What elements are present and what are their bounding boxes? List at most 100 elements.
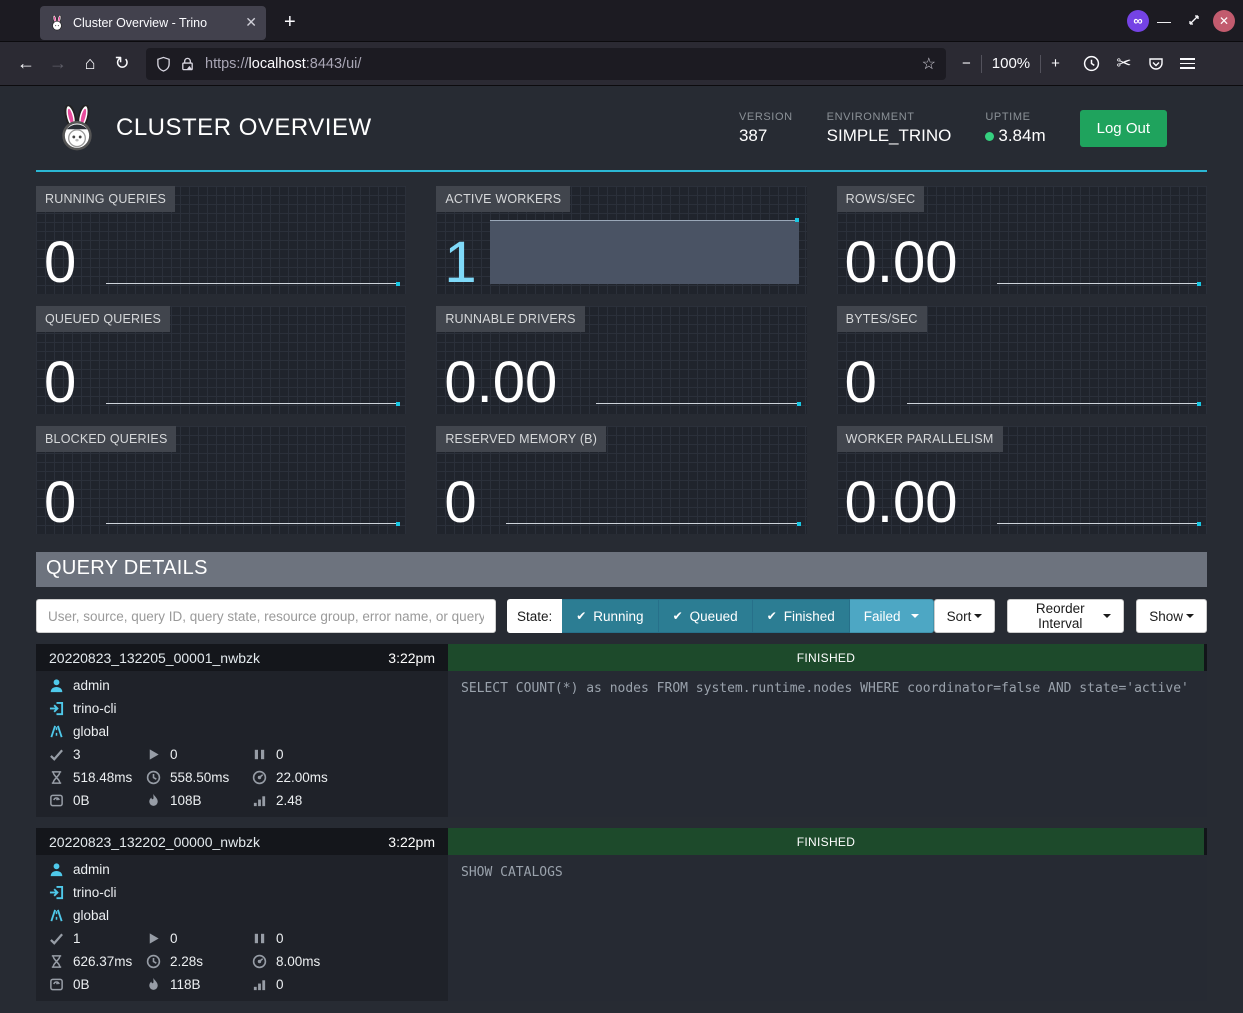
sparkline xyxy=(106,523,398,524)
running-splits: 0 xyxy=(170,747,178,762)
queued-splits: 0 xyxy=(276,931,284,946)
version-value: 387 xyxy=(739,126,793,146)
completed-splits-icon xyxy=(49,747,64,762)
stat-card-queued-queries: QUEUED QUERIES 0 xyxy=(36,306,406,414)
state-filter-group: State: ✔Running ✔Queued ✔Finished Failed xyxy=(507,599,934,633)
bookmark-star-icon[interactable]: ☆ xyxy=(922,54,936,74)
forward-button[interactable]: → xyxy=(42,48,74,80)
stat-card-bytes-sec: BYTES/SEC 0 xyxy=(837,306,1207,414)
current-memory-scale-icon xyxy=(49,977,64,992)
zoom-out-button[interactable]: − xyxy=(954,55,979,72)
chevron-down-icon xyxy=(911,614,919,618)
completed-splits: 1 xyxy=(73,931,81,946)
lock-warning-icon[interactable] xyxy=(180,56,195,72)
stats-grid: RUNNING QUERIES 0 ACTIVE WORKERS 1 ROWS/… xyxy=(36,186,1207,534)
cumulative-memory-flame-icon xyxy=(146,977,161,992)
stat-value: 0 xyxy=(444,473,476,534)
zoom-in-button[interactable]: + xyxy=(1043,55,1068,72)
query-header: 20220823_132205_00001_nwbzk 3:22pm xyxy=(36,644,448,671)
sparkline xyxy=(596,403,798,404)
wall-time: 518.48ms xyxy=(73,770,132,785)
wall-time-hourglass-icon xyxy=(49,770,64,785)
environment-value: SIMPLE_TRINO xyxy=(827,126,952,146)
sparkline xyxy=(506,523,798,524)
queued-splits-icon xyxy=(252,931,267,946)
source-login-icon xyxy=(49,885,64,900)
sparkline xyxy=(997,283,1199,284)
check-icon: ✔ xyxy=(576,609,586,623)
stat-label: BYTES/SEC xyxy=(837,306,927,332)
pocket-icon[interactable] xyxy=(1140,48,1172,80)
sparkline xyxy=(997,523,1199,524)
menu-icon[interactable] xyxy=(1172,48,1204,80)
stat-card-reserved-memory: RESERVED MEMORY (B) 0 xyxy=(436,426,806,534)
window-minimize-button[interactable]: — xyxy=(1149,13,1179,29)
shield-icon[interactable] xyxy=(156,56,171,72)
resource-group-road-icon xyxy=(49,908,64,923)
back-button[interactable]: ← xyxy=(10,48,42,80)
stat-label: RESERVED MEMORY (B) xyxy=(436,426,606,452)
logout-button[interactable]: Log Out xyxy=(1080,110,1167,147)
stat-label: RUNNABLE DRIVERS xyxy=(436,306,584,332)
query-id-link[interactable]: 20220823_132205_00001_nwbzk xyxy=(49,650,260,666)
stat-card-rows-sec: ROWS/SEC 0.00 xyxy=(837,186,1207,294)
filter-finished-button[interactable]: ✔Finished xyxy=(753,599,850,633)
new-tab-button[interactable]: + xyxy=(284,11,296,34)
page-title: CLUSTER OVERVIEW xyxy=(116,114,372,142)
url-text: https://localhost:8443/ui/ xyxy=(205,56,914,72)
home-button[interactable]: ⌂ xyxy=(74,48,106,80)
wall-time-hourglass-icon xyxy=(49,954,64,969)
cpu-time-clock-icon xyxy=(146,770,161,785)
zoom-level[interactable]: 100% xyxy=(984,55,1038,72)
stat-label: RUNNING QUERIES xyxy=(36,186,175,212)
browser-titlebar: Cluster Overview - Trino ✕ + ∞ — ✕ xyxy=(0,0,1243,42)
stat-label: QUEUED QUERIES xyxy=(36,306,170,332)
reorder-interval-dropdown[interactable]: Reorder Interval xyxy=(1007,599,1124,633)
stat-card-blocked-queries: BLOCKED QUERIES 0 xyxy=(36,426,406,534)
section-title: QUERY DETAILS xyxy=(36,552,1207,587)
window-restore-button[interactable] xyxy=(1179,13,1209,29)
execution-time: 8.00ms xyxy=(276,954,320,969)
query-info-panel: admin trino-cli global 1 xyxy=(36,855,448,1001)
queued-splits: 0 xyxy=(276,747,284,762)
query-details-section: QUERY DETAILS State: ✔Running ✔Queued ✔F… xyxy=(36,552,1207,1001)
parallelism-chart-icon xyxy=(252,977,267,992)
trino-favicon xyxy=(49,15,65,31)
query-id-link[interactable]: 20220823_132202_00000_nwbzk xyxy=(49,834,260,850)
stat-label: BLOCKED QUERIES xyxy=(36,426,176,452)
filter-failed-dropdown[interactable]: Failed xyxy=(850,599,934,633)
chevron-down-icon xyxy=(1186,614,1194,618)
check-icon: ✔ xyxy=(673,609,683,623)
window-close-button[interactable]: ✕ xyxy=(1213,10,1235,32)
browser-tab[interactable]: Cluster Overview - Trino ✕ xyxy=(40,6,266,40)
app-header: CLUSTER OVERVIEW VERSION 387 ENVIRONMENT… xyxy=(36,86,1207,172)
history-icon[interactable] xyxy=(1076,48,1108,80)
show-dropdown[interactable]: Show xyxy=(1136,599,1207,633)
running-splits: 0 xyxy=(170,931,178,946)
url-bar[interactable]: https://localhost:8443/ui/ ☆ xyxy=(146,48,946,80)
active-workers-link[interactable]: 1 xyxy=(444,233,476,294)
tab-close-icon[interactable]: ✕ xyxy=(245,14,257,31)
screenshot-icon[interactable]: ✂ xyxy=(1108,48,1140,80)
query-search-input[interactable] xyxy=(36,599,496,633)
stat-label: ROWS/SEC xyxy=(837,186,925,212)
cumulative-memory: 118B xyxy=(170,977,201,992)
filter-queued-button[interactable]: ✔Queued xyxy=(659,599,753,633)
stat-value: 0.00 xyxy=(444,353,557,414)
completed-splits-icon xyxy=(49,931,64,946)
query-status-bar: FINISHED xyxy=(448,644,1207,671)
check-icon: ✔ xyxy=(767,609,777,623)
state-filter-label: State: xyxy=(507,599,562,633)
queued-splits-icon xyxy=(252,747,267,762)
query-row: 20220823_132205_00001_nwbzk 3:22pm FINIS… xyxy=(36,644,1207,817)
user-icon xyxy=(49,862,64,877)
cpu-time-clock-icon xyxy=(146,954,161,969)
reload-button[interactable]: ↻ xyxy=(106,48,138,80)
filter-running-button[interactable]: ✔Running xyxy=(562,599,658,633)
stat-card-runnable-drivers: RUNNABLE DRIVERS 0.00 xyxy=(436,306,806,414)
stat-label: WORKER PARALLELISM xyxy=(837,426,1003,452)
resource-group-road-icon xyxy=(49,724,64,739)
stat-label: ACTIVE WORKERS xyxy=(436,186,570,212)
sort-dropdown[interactable]: Sort xyxy=(934,599,996,633)
stat-card-running-queries: RUNNING QUERIES 0 xyxy=(36,186,406,294)
